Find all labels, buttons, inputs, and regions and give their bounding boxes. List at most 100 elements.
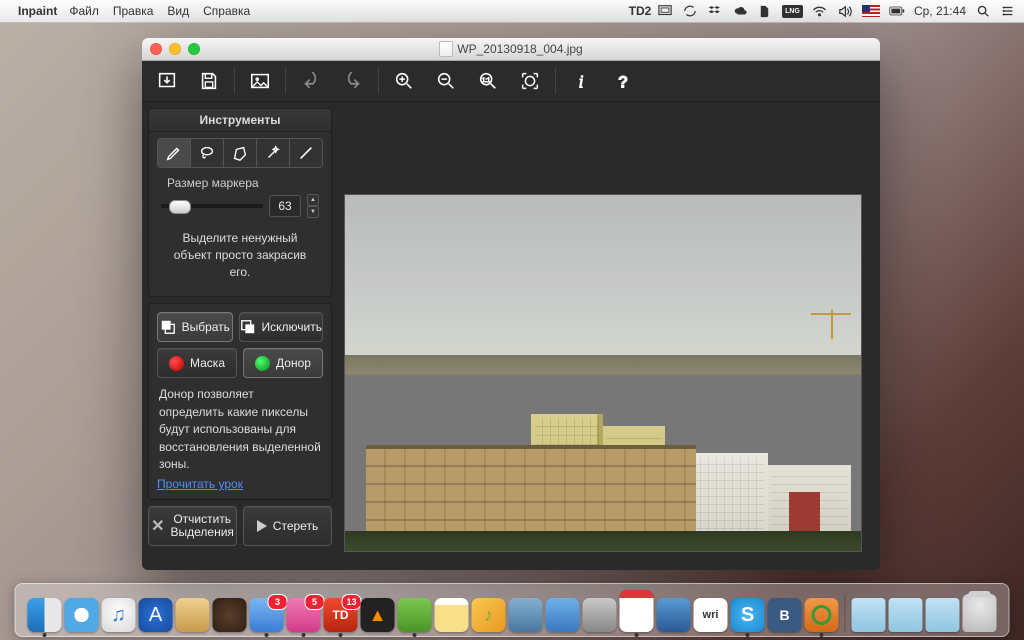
dock-utility-icon[interactable] [583, 598, 617, 632]
dock-ibooks-icon[interactable] [176, 598, 210, 632]
zoom-actual-button[interactable]: 1:1 [469, 64, 507, 98]
stepper-up[interactable]: ▲ [307, 194, 319, 206]
stepper-down[interactable]: ▼ [307, 206, 319, 218]
flag-icon[interactable] [862, 5, 880, 17]
marker-hint: Выделите ненужный объект просто закрасив… [163, 230, 317, 280]
dock-notes-icon[interactable] [435, 598, 469, 632]
dock-todo-icon[interactable]: TD13 [324, 598, 358, 632]
dock-writer-icon[interactable]: wri [694, 598, 728, 632]
mask-button[interactable]: Маска [157, 348, 237, 378]
clear-selection-button[interactable]: ✕ ОтчиститьВыделения [148, 506, 237, 546]
evernote-icon[interactable] [757, 3, 773, 19]
marker-size-value[interactable]: 63 [269, 195, 301, 217]
info-button[interactable]: i [562, 64, 600, 98]
dock-appstore-icon[interactable]: A [139, 598, 173, 632]
tool-magic-wand[interactable] [257, 139, 290, 167]
dock-photos-icon[interactable] [509, 598, 543, 632]
window-close-button[interactable] [150, 43, 162, 55]
window-minimize-button[interactable] [169, 43, 181, 55]
select-icon [160, 319, 176, 335]
dock-mail-icon[interactable]: 3 [250, 598, 284, 632]
tool-marker[interactable] [158, 139, 191, 167]
cloud-icon[interactable] [732, 3, 748, 19]
menu-view[interactable]: Вид [167, 4, 189, 18]
marker-size-stepper[interactable]: ▲ ▼ [307, 194, 319, 218]
badge: 13 [342, 594, 362, 610]
tool-segmented-control [157, 138, 323, 168]
clock[interactable]: Ср, 21:44 [914, 4, 966, 18]
tool-line[interactable] [290, 139, 322, 167]
image-canvas[interactable] [344, 194, 862, 552]
volume-icon[interactable] [837, 3, 853, 19]
donor-description: Донор позволяет определить какие пикселы… [159, 386, 321, 473]
tool-polygon[interactable] [224, 139, 257, 167]
menu-help[interactable]: Справка [203, 4, 250, 18]
main-toolbar: 1:1 i ? [142, 61, 880, 102]
td-status-icon[interactable]: TD2 [632, 3, 648, 19]
dock-folder3-icon[interactable] [926, 598, 960, 632]
dock-vk-icon[interactable]: B [768, 598, 802, 632]
app-window: WP_20130918_004.jpg 1:1 i ? Инс [142, 38, 880, 570]
dock-trash-icon[interactable] [963, 594, 997, 632]
open-button[interactable] [148, 64, 186, 98]
status-tray: TD2 LNG Ср, 21:44 [632, 3, 1016, 19]
exclude-button[interactable]: Исключить [239, 312, 323, 342]
save-button[interactable] [190, 64, 228, 98]
select-button[interactable]: Выбрать [157, 312, 233, 342]
mask-dot-icon [169, 356, 184, 371]
dock-app1-icon[interactable] [213, 598, 247, 632]
sync-icon[interactable] [682, 3, 698, 19]
close-icon: ✕ [151, 516, 164, 536]
wifi-icon[interactable] [812, 3, 828, 19]
dock-inpaint-icon[interactable] [805, 598, 839, 632]
dock-itunes-icon[interactable]: ♫ [102, 598, 136, 632]
marker-size-slider[interactable] [161, 199, 263, 213]
dock-sparrow-icon[interactable] [657, 598, 691, 632]
dock-music-icon[interactable]: ♪ [472, 598, 506, 632]
dock-flame-icon[interactable]: ▲ [361, 598, 395, 632]
desktop: Inpaint Файл Правка Вид Справка TD2 LNG … [0, 0, 1024, 640]
dock-folder2-icon[interactable] [889, 598, 923, 632]
titlebar[interactable]: WP_20130918_004.jpg [142, 38, 880, 61]
read-lesson-link[interactable]: Прочитать урок [157, 477, 243, 491]
display-icon[interactable] [657, 3, 673, 19]
dock-finder-icon[interactable] [28, 598, 62, 632]
menu-edit[interactable]: Правка [113, 4, 154, 18]
tools-panel-title: Инструменты [149, 109, 331, 132]
redo-button[interactable] [334, 64, 372, 98]
dock-messages-icon[interactable] [546, 598, 580, 632]
dock-skype-icon[interactable]: S [731, 598, 765, 632]
play-icon [257, 520, 267, 532]
erase-button[interactable]: Стереть [243, 506, 332, 546]
undo-button[interactable] [292, 64, 330, 98]
zoom-fit-button[interactable] [511, 64, 549, 98]
exclude-icon [240, 319, 256, 335]
zoom-in-button[interactable] [385, 64, 423, 98]
selection-panel: Выбрать Исключить Маска [148, 303, 332, 500]
dock: ♫ A 3 5 TD13 ▲ ♪ wri S B [15, 583, 1010, 637]
zoom-out-button[interactable] [427, 64, 465, 98]
marker-size-label: Размер маркера [167, 176, 323, 190]
document-icon [439, 41, 453, 57]
dock-evernote-icon[interactable] [398, 598, 432, 632]
dock-app2-icon[interactable]: 5 [287, 598, 321, 632]
lang-icon[interactable]: LNG [782, 5, 803, 18]
dropbox-icon[interactable] [707, 3, 723, 19]
spotlight-icon[interactable] [975, 3, 991, 19]
window-zoom-button[interactable] [188, 43, 200, 55]
tool-lasso[interactable] [191, 139, 224, 167]
help-button[interactable]: ? [604, 64, 642, 98]
tools-panel: Инструменты Размер маркера [148, 108, 332, 297]
menubar-app-name[interactable]: Inpaint [18, 4, 57, 18]
donor-dot-icon [255, 356, 270, 371]
image-button[interactable] [241, 64, 279, 98]
dock-folder1-icon[interactable] [852, 598, 886, 632]
svg-text:i: i [578, 71, 583, 91]
donor-button[interactable]: Донор [243, 348, 323, 378]
canvas-area [338, 102, 880, 570]
menu-file[interactable]: Файл [69, 4, 99, 18]
battery-icon[interactable] [889, 3, 905, 19]
notifications-icon[interactable] [1000, 3, 1016, 19]
dock-calendar-icon[interactable] [620, 590, 654, 632]
dock-safari-icon[interactable] [65, 598, 99, 632]
